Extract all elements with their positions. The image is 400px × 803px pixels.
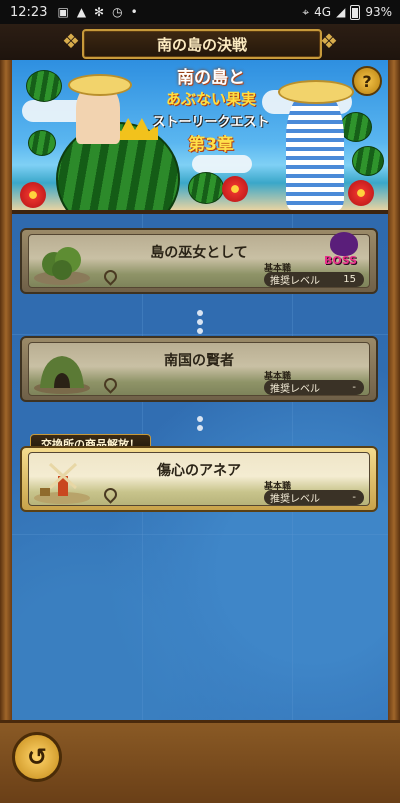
dot-icon: • [130,5,138,19]
level-label: 推奨レベル [270,276,320,287]
warning-icon: ▲ [76,5,87,19]
alarm-icon: ◷ [112,5,123,19]
hibiscus-icon [348,180,374,206]
battery-level: 93% [365,5,392,19]
recommended-level: 推奨レベル - [264,380,364,395]
chapter-banner: 南の島と あぶない果実 ストーリークエスト 第3章 ? [12,60,388,214]
path-dot [197,328,203,334]
level-label: 推奨レベル [270,384,320,395]
chapter-logo: 南の島と あぶない果実 ストーリークエスト 第3章 [136,68,286,155]
logo-line-2: あぶない果実 [165,90,256,108]
heroine-girl-icon [286,90,344,210]
status-bar: 12:23 ▣ ▲ ✻ ◷ • ⌖ 4G ◢ 93% [0,0,400,24]
location-icon: ⌖ [302,4,310,19]
hibiscus-icon [20,182,46,208]
logo-line-3: ストーリークエスト [152,115,270,130]
watermelon-icon [28,130,56,156]
map-line [12,534,388,535]
back-button[interactable]: ↺ [12,732,62,782]
help-icon: ? [362,71,372,91]
watermelon-icon [26,70,62,102]
path-dots [197,416,203,434]
level-label: 推奨レベル [270,494,320,505]
straw-hat-icon [278,80,354,104]
ornament-left-icon: ❖ [62,29,80,53]
battery-icon [350,4,361,20]
logo-line-4: 第3章 [188,135,234,155]
recommended-level: 推奨レベル - [264,490,364,505]
watermelon-icon [340,112,372,142]
path-dot [197,310,203,316]
path-dot [197,319,203,325]
network-type: 4G [314,5,332,19]
path-dots [197,310,203,337]
quest-title: 傷心のアネア [157,463,241,479]
level-value: - [352,382,356,393]
level-value: - [352,492,356,503]
watermelon-icon [352,146,384,176]
watermelon-icon [188,172,224,204]
image-icon: ▣ [57,5,69,19]
page-title: 南の島の決戦 [82,29,322,59]
back-arrow-icon: ↺ [26,743,48,771]
quest-card-1[interactable]: 島の巫女として BOSS 基本職 推奨レベル 15 [20,228,378,294]
quest-card-3[interactable]: 傷心のアネア 基本職 推奨レベル - [20,446,378,512]
cloud-decoration [192,155,252,173]
boss-badge: BOSS [322,232,366,272]
recommended-level: 推奨レベル 15 [264,272,364,287]
path-dot [197,416,203,422]
status-time: 12:23 [10,4,48,20]
boss-face-icon [330,232,358,256]
ornament-right-icon: ❖ [320,29,338,53]
signal-icon: ◢ [336,5,346,19]
gear-icon: ✻ [94,5,105,19]
quest-card-2[interactable]: 南国の賢者 基本職 推奨レベル - [20,336,378,402]
boss-label: BOSS [324,254,358,267]
page-title-text: 南の島の決戦 [156,35,247,54]
quest-title: 南国の賢者 [164,353,234,369]
hibiscus-icon [222,176,248,202]
path-dot [197,425,203,431]
logo-line-1: 南の島と [177,68,245,88]
level-value: 15 [343,274,356,285]
help-button[interactable]: ? [352,66,382,96]
frame-left-edge [0,60,12,780]
frame-right-edge [388,60,400,780]
header: ❖ 南の島の決戦 ❖ [0,24,400,60]
straw-hat-icon [68,74,132,96]
